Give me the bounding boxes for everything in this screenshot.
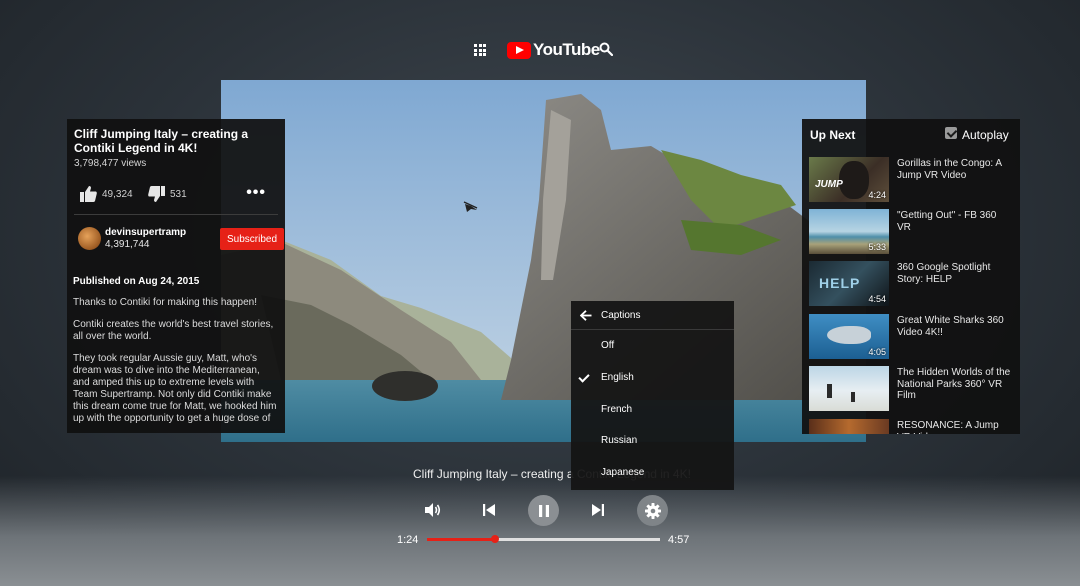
captions-header[interactable]: Captions: [571, 301, 734, 330]
list-item[interactable]: 4:05 Great White Sharks 360 Video 4K!!: [809, 314, 1015, 359]
pause-button[interactable]: [528, 495, 559, 526]
video-duration: 4:54: [868, 294, 886, 304]
next-button[interactable]: [586, 498, 610, 522]
caption-option-label: French: [601, 404, 633, 415]
up-next-title: Up Next: [810, 128, 856, 142]
autoplay-checkbox[interactable]: [945, 127, 957, 139]
caption-option-english[interactable]: English: [571, 366, 734, 390]
video-actions: 49,324 531 •••: [74, 175, 278, 215]
list-item[interactable]: HELP 4:54 360 Google Spotlight Story: HE…: [809, 261, 1015, 306]
video-title: The Hidden Worlds of the National Parks …: [897, 367, 1011, 401]
video-thumbnail[interactable]: 4:05: [809, 314, 889, 359]
pause-icon: [538, 504, 549, 517]
video-title: RESONANCE: A Jump VR Video: [897, 420, 999, 434]
view-count: 3,798,477 views: [74, 158, 147, 169]
video-title: "Getting Out" - FB 360 VR: [897, 210, 997, 233]
video-thumbnail[interactable]: HELP 4:54: [809, 261, 889, 306]
dislike-button[interactable]: 531: [148, 186, 187, 202]
video-title: Great White Sharks 360 Video 4K!!: [897, 315, 1004, 338]
volume-icon: [425, 503, 441, 517]
search-icon[interactable]: [599, 42, 613, 56]
caption-option-japanese[interactable]: Japanese: [571, 461, 734, 485]
skip-previous-icon: [483, 504, 495, 516]
caption-option-french[interactable]: French: [571, 398, 734, 422]
like-count: 49,324: [102, 188, 133, 200]
gear-icon: [644, 502, 661, 519]
description-paragraph: They took regular Aussie guy, Matt, who'…: [73, 353, 277, 424]
subscribe-button[interactable]: Subscribed: [220, 228, 284, 250]
video-title: Gorillas in the Congo: A Jump VR Video: [897, 158, 1002, 181]
list-item[interactable]: 5:33 "Getting Out" - FB 360 VR: [809, 209, 1015, 254]
total-time: 4:57: [668, 534, 690, 546]
video-thumbnail[interactable]: 5:33: [809, 209, 889, 254]
list-item[interactable]: The Hidden Worlds of the National Parks …: [809, 366, 1015, 411]
seek-handle[interactable]: [490, 535, 499, 543]
channel-name[interactable]: devinsupertramp: [105, 227, 186, 238]
video-duration: 4:24: [868, 190, 886, 200]
thumbs-down-icon: [148, 186, 165, 202]
video-duration: 4:05: [868, 347, 886, 357]
captions-menu: Captions Off English French Russian Japa…: [571, 301, 734, 490]
apps-grid-icon[interactable]: [474, 44, 486, 56]
video-description: Thanks to Contiki for making this happen…: [73, 297, 278, 425]
floor-gradient: [0, 476, 1080, 586]
video-title: Cliff Jumping Italy – creating a Contiki…: [74, 127, 249, 155]
video-scene: [221, 80, 866, 442]
channel-row: devinsupertramp 4,391,744 Subscribed: [74, 215, 284, 263]
video-thumbnail[interactable]: [809, 366, 889, 411]
video-thumbnail[interactable]: JUMP 4:24: [809, 157, 889, 202]
video-title: 360 Google Spotlight Story: HELP: [897, 262, 991, 285]
youtube-logo[interactable]: YouTube: [507, 40, 600, 60]
like-button[interactable]: 49,324: [80, 186, 133, 202]
previous-button[interactable]: [477, 498, 501, 522]
top-bar: YouTube: [0, 38, 1080, 62]
video-info-panel: Cliff Jumping Italy – creating a Contiki…: [67, 119, 285, 433]
logo-text: YouTube: [533, 40, 600, 59]
autoplay-label: Autoplay: [962, 128, 1009, 142]
back-arrow-icon[interactable]: [580, 310, 592, 321]
list-item[interactable]: JUMP 4:24 Gorillas in the Congo: A Jump …: [809, 157, 1015, 202]
current-time: 1:24: [397, 534, 419, 546]
checkmark-icon: [578, 371, 590, 383]
publish-date: Published on Aug 24, 2015: [73, 276, 200, 287]
caption-option-off[interactable]: Off: [571, 334, 734, 358]
description-paragraph: Thanks to Contiki for making this happen…: [73, 297, 257, 308]
seek-bar-progress: [427, 538, 495, 541]
caption-option-label: English: [601, 372, 634, 383]
thumbs-up-icon: [80, 186, 97, 202]
caption-option-label: Japanese: [601, 467, 645, 478]
video-duration: 5:33: [868, 242, 886, 252]
more-options-icon[interactable]: •••: [246, 184, 266, 202]
youtube-play-icon: [507, 41, 531, 59]
caption-option-label: Off: [601, 340, 615, 351]
captions-title: Captions: [601, 310, 641, 321]
up-next-panel: Up Next Autoplay JUMP 4:24 Gorillas in t…: [802, 119, 1020, 434]
volume-button[interactable]: [421, 498, 445, 522]
description-paragraph: Contiki creates the world's best travel …: [73, 319, 274, 342]
caption-option-label: Russian: [601, 435, 638, 446]
settings-button[interactable]: [637, 495, 668, 526]
list-item[interactable]: RESONANCE: A Jump VR Video: [809, 419, 1015, 434]
avatar[interactable]: [78, 227, 101, 250]
skip-next-icon: [592, 504, 604, 516]
caption-option-russian[interactable]: Russian: [571, 429, 734, 453]
video-frame[interactable]: [221, 80, 866, 442]
subscriber-count: 4,391,744: [105, 239, 150, 250]
dislike-count: 531: [170, 188, 187, 200]
video-thumbnail[interactable]: [809, 419, 889, 434]
seek-bar[interactable]: [427, 535, 660, 543]
